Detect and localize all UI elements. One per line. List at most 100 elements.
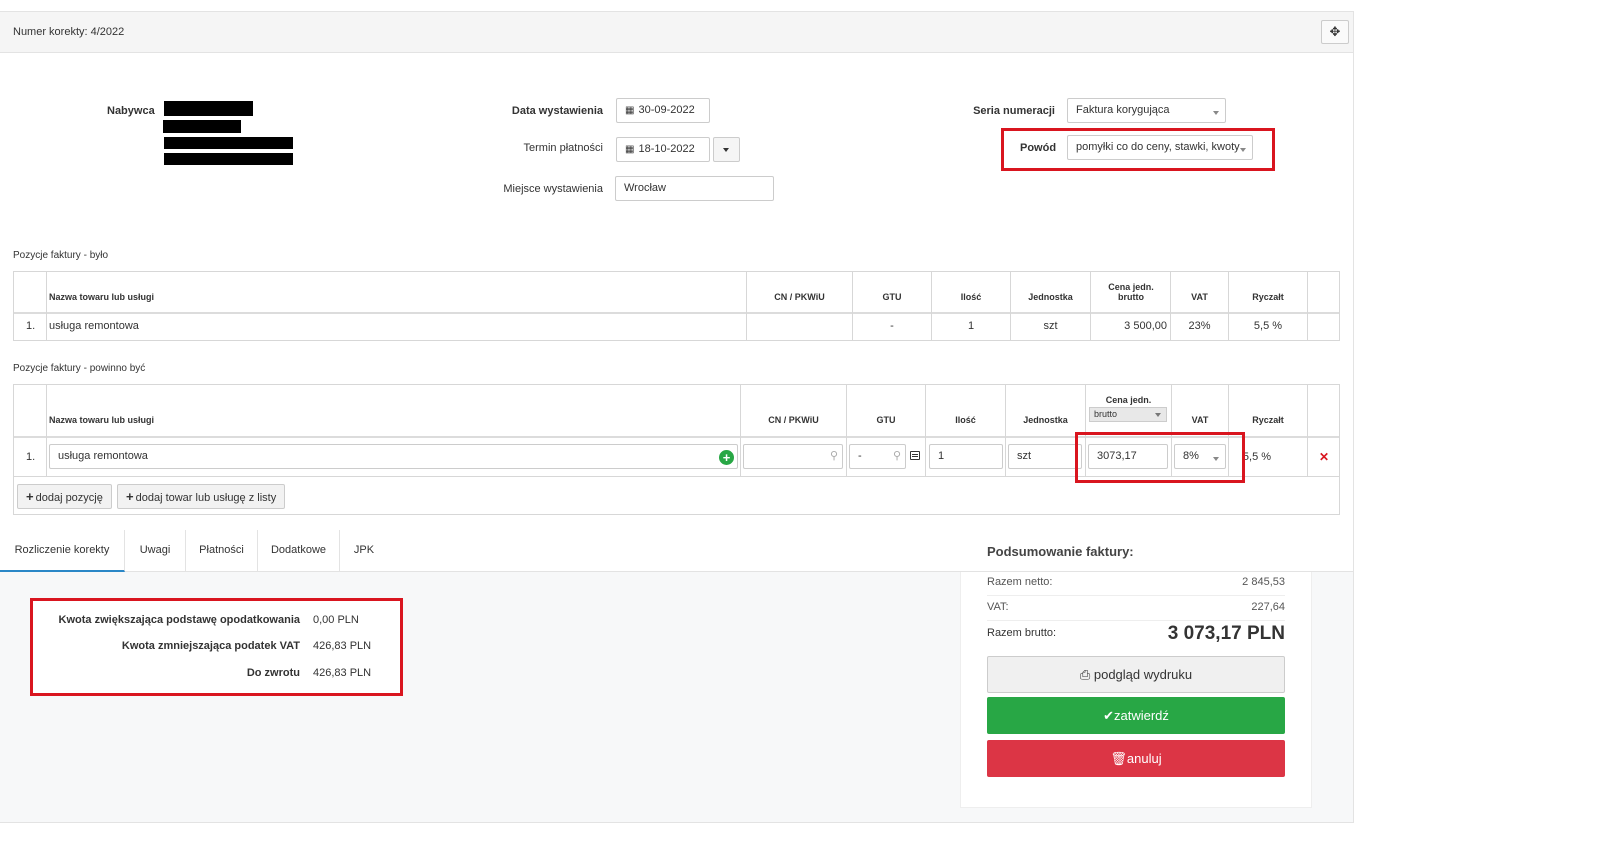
reason-value: pomyłki co do ceny, stawki, kwoty [1076, 141, 1240, 153]
col-header-cn: CN / PKWiU [774, 292, 825, 302]
decrease-value: 426,83 PLN [313, 640, 372, 652]
table-before: Nazwa towaru lub usługi CN / PKWiU GTU I… [13, 271, 1340, 341]
calendar-icon: ▦ [625, 105, 635, 116]
search-icon: ⚲ [829, 450, 838, 462]
row-qty: 1 [967, 320, 975, 332]
col-header-price: Cena jedn. [1105, 395, 1152, 405]
series-label: Seria numeracji [973, 105, 1055, 117]
due-date-dropdown-button[interactable] [713, 137, 740, 162]
tab-payments[interactable]: Płatności [186, 530, 258, 572]
increase-value: 0,00 PLN [313, 614, 359, 626]
issue-date-value: 30-09-2022 [638, 104, 695, 116]
issue-date-label: Data wystawienia [511, 105, 603, 117]
decrease-label: Kwota zmniejszająca podatek VAT [121, 640, 300, 652]
tab-additional[interactable]: Dodatkowe [258, 530, 340, 572]
series-value: Faktura korygująca [1076, 104, 1170, 116]
net-value: 2 845,53 [1242, 576, 1285, 588]
cancel-button[interactable]: 🗑anuluj [987, 740, 1285, 777]
trash-icon: 🗑 [1110, 751, 1127, 766]
unit-input[interactable]: szt [1008, 444, 1082, 469]
place-label: Miejsce wystawienia [503, 183, 603, 195]
tab-settlement[interactable]: Rozliczenie korekty [0, 530, 125, 572]
add-circle-icon[interactable]: + [719, 450, 734, 465]
redacted-buyer-line-1 [164, 101, 253, 116]
plus-icon: + [126, 489, 134, 504]
correction-number: Numer korekty: 4/2022 [13, 26, 125, 38]
chevron-down-icon [1213, 111, 1219, 115]
due-date-value: 18-10-2022 [638, 143, 695, 155]
due-date-label: Termin płatności [523, 142, 603, 154]
chevron-down-icon [1155, 413, 1161, 417]
print-preview-button[interactable]: ⎙ podgląd wydruku [987, 656, 1285, 693]
col-header-gtu: GTU [876, 415, 896, 425]
reason-label: Powód [1020, 142, 1057, 154]
place-value: Wrocław [624, 182, 666, 194]
reason-select[interactable]: pomyłki co do ceny, stawki, kwoty [1067, 135, 1253, 160]
arrows-move-icon[interactable]: ✥ [1321, 20, 1349, 44]
confirm-button[interactable]: ✔zatwierdź [987, 697, 1285, 734]
search-icon: ⚲ [892, 450, 901, 462]
price-type-value: brutto [1094, 409, 1118, 419]
col-header-price: Cena jedn. brutto [1108, 282, 1154, 302]
col-header-flat: Ryczałt [1252, 292, 1284, 302]
check-icon: ✔ [1103, 708, 1114, 723]
panel-header: Numer korekty: 4/2022 ✥ [0, 12, 1353, 53]
col-header-flat: Ryczałt [1252, 415, 1284, 425]
printer-icon: ⎙ [1079, 667, 1091, 682]
add-position-button[interactable]: + dodaj pozycję [17, 484, 112, 509]
gtu-input[interactable]: - ⚲ [849, 444, 906, 469]
item-name-value: usługa remontowa [58, 450, 148, 462]
row-name: usługa remontowa [49, 320, 139, 332]
col-header-qty: Ilość [960, 292, 982, 302]
refund-label: Do zwrotu [246, 667, 300, 679]
vat-value: 227,64 [1251, 601, 1285, 613]
tab-jpk[interactable]: JPK [340, 530, 388, 572]
row-unit: szt [1043, 320, 1058, 332]
col-header-qty: Ilość [955, 415, 976, 425]
refund-value: 426,83 PLN [313, 667, 372, 679]
col-header-cn: CN / PKWiU [768, 415, 819, 425]
place-input[interactable]: Wrocław [615, 176, 774, 201]
gross-label: Razem brutto: [987, 627, 1057, 639]
quantity-input[interactable]: 1 [929, 444, 1003, 469]
chevron-down-icon [1240, 148, 1246, 152]
col-header-unit: Jednostka [1028, 292, 1073, 302]
cn-input[interactable]: ⚲ [743, 444, 843, 469]
col-header-unit: Jednostka [1023, 415, 1068, 425]
unit-value: szt [1017, 450, 1032, 462]
delete-row-icon[interactable]: ✕ [1319, 450, 1329, 464]
table-before-title: Pozycje faktury - było [13, 250, 109, 261]
add-from-list-button[interactable]: + dodaj towar lub usługę z listy [117, 484, 286, 509]
col-header-gtu: GTU [882, 292, 902, 302]
chevron-down-icon [723, 148, 729, 152]
series-select[interactable]: Faktura korygująca [1067, 98, 1226, 123]
col-header-name: Nazwa towaru lub usługi [49, 292, 155, 302]
quantity-value: 1 [938, 450, 945, 462]
calendar-icon: ▦ [625, 144, 635, 155]
issue-date-input[interactable]: ▦ 30-09-2022 [616, 98, 710, 123]
list-icon[interactable] [910, 451, 920, 460]
col-header-vat: VAT [1191, 415, 1209, 425]
row-number: 1. [26, 320, 36, 332]
plus-icon: + [26, 489, 34, 504]
row-gtu: - [890, 320, 894, 332]
gross-value: 3 073,17 PLN [1167, 623, 1285, 644]
gtu-value: - [858, 450, 862, 462]
buyer-label: Nabywca [107, 105, 155, 117]
net-label: Razem netto: [987, 576, 1053, 588]
price-type-select[interactable]: brutto [1089, 407, 1167, 422]
row-number: 1. [26, 451, 36, 463]
row-vat: 23% [1188, 320, 1211, 332]
redacted-buyer-line-4 [164, 153, 293, 165]
price-vat-highlight [1075, 432, 1245, 483]
redacted-buyer-line-2 [163, 120, 241, 133]
row-flat: 5,5 % [1253, 320, 1283, 332]
redacted-buyer-line-3 [164, 137, 293, 149]
col-header-name: Nazwa towaru lub usługi [49, 415, 155, 425]
row-price: 3 500,00 [1124, 320, 1167, 332]
increase-label: Kwota zwiększająca podstawę opodatkowani… [58, 614, 300, 626]
item-name-input[interactable]: usługa remontowa [49, 444, 738, 469]
due-date-input[interactable]: ▦ 18-10-2022 [616, 137, 710, 162]
tab-notes[interactable]: Uwagi [125, 530, 186, 572]
vat-label: VAT: [987, 601, 1009, 613]
